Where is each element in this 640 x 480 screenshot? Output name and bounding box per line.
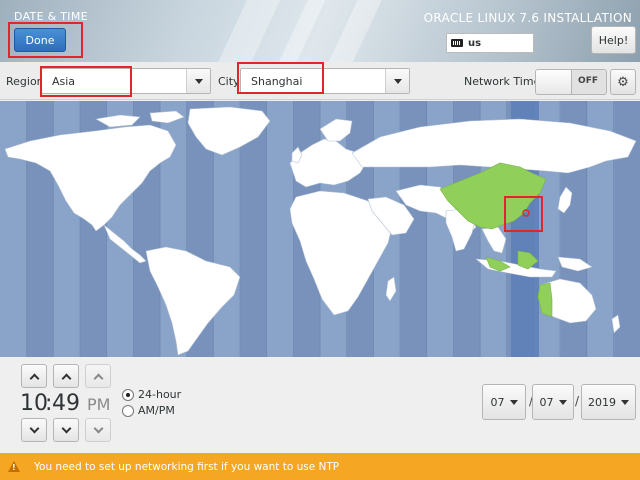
header-banner: DATE & TIME ORACLE LINUX 7.6 INSTALLATIO…: [0, 0, 640, 62]
hours-value: 10: [20, 391, 48, 416]
chevron-up-icon: [61, 373, 71, 383]
month-combo[interactable]: 07: [482, 384, 526, 420]
chevron-up-icon: [29, 373, 39, 383]
dropdown-arrow-icon: [509, 399, 518, 405]
keyboard-icon: [451, 39, 463, 47]
warning-icon: !: [8, 461, 20, 472]
ampm-up-button[interactable]: [85, 364, 111, 388]
region-dropdown-arrow-icon[interactable]: [186, 69, 210, 93]
network-time-switch[interactable]: OFF: [535, 69, 607, 95]
format-24-hour-label: 24-hour: [138, 388, 182, 401]
hours-up-button[interactable]: [21, 364, 47, 388]
year-combo[interactable]: 2019: [581, 384, 636, 420]
warning-bar: ! You need to set up networking first if…: [0, 453, 640, 480]
minutes-down-button[interactable]: [53, 418, 79, 442]
minutes-up-button[interactable]: [53, 364, 79, 388]
ampm-indicator: PM: [87, 395, 111, 414]
month-value: 07: [490, 395, 505, 409]
gear-icon: ⚙: [617, 74, 629, 90]
format-ampm-option[interactable]: AM/PM: [122, 404, 175, 417]
world-map[interactable]: [0, 101, 640, 357]
region-label: Region: [6, 75, 44, 88]
minutes-value: 49: [52, 391, 80, 416]
keyboard-layout-label: us: [468, 37, 482, 49]
format-ampm-label: AM/PM: [138, 404, 175, 417]
ntp-config-button[interactable]: ⚙: [610, 69, 636, 95]
switch-knob: [536, 70, 572, 94]
chevron-up-icon: [93, 373, 103, 383]
network-time-state: OFF: [578, 76, 598, 86]
timezone-map[interactable]: [0, 101, 640, 357]
keyboard-layout-indicator[interactable]: us: [446, 33, 534, 53]
done-button-highlight: [8, 22, 83, 58]
radio-unselected-icon[interactable]: [122, 404, 134, 417]
network-time-label: Network Time: [464, 75, 541, 88]
radio-selected-icon[interactable]: [122, 388, 134, 401]
date-separator: /: [575, 394, 580, 408]
city-dropdown-arrow-icon[interactable]: [385, 69, 409, 93]
region-highlight: [40, 66, 132, 97]
chevron-down-icon: [61, 423, 71, 433]
format-24-hour-option[interactable]: 24-hour: [122, 388, 181, 401]
dropdown-arrow-icon: [558, 399, 567, 405]
city-highlight: [237, 62, 324, 94]
day-value: 07: [539, 395, 554, 409]
timezone-toolbar: Region Asia City Shanghai Network Time O…: [0, 62, 640, 100]
product-title: ORACLE LINUX 7.6 INSTALLATION: [423, 11, 632, 25]
help-button[interactable]: Help!: [591, 26, 636, 54]
day-combo[interactable]: 07: [532, 384, 574, 420]
ampm-down-button[interactable]: [85, 418, 111, 442]
year-value: 2019: [588, 395, 616, 409]
chevron-down-icon: [29, 423, 39, 433]
hours-down-button[interactable]: [21, 418, 47, 442]
warning-message: You need to set up networking first if y…: [34, 460, 340, 473]
chevron-down-icon: [93, 423, 103, 433]
dropdown-arrow-icon: [621, 399, 629, 405]
